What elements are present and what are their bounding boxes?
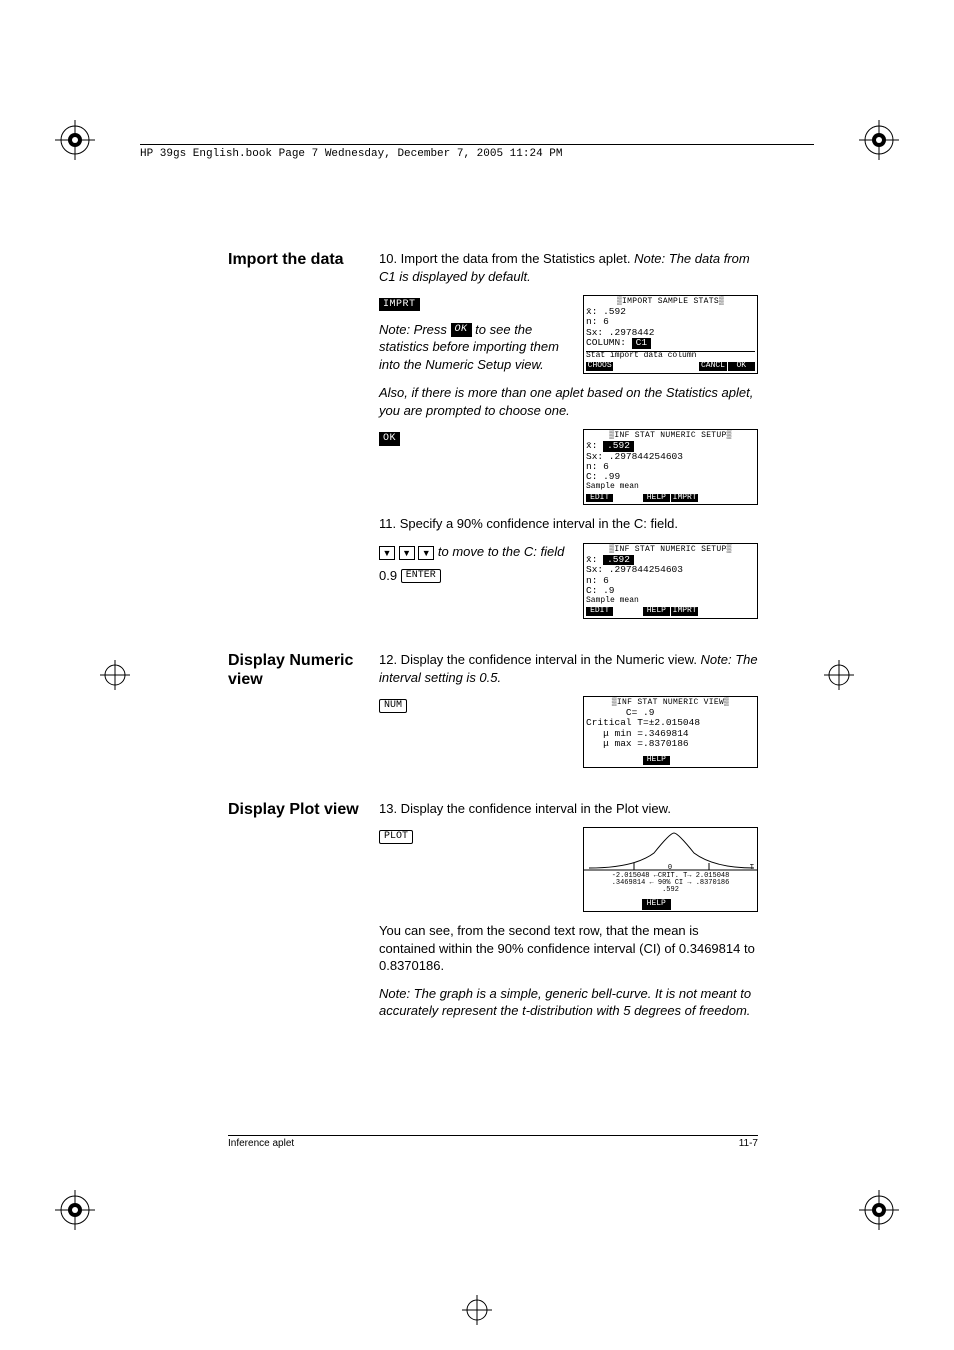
section-label-plot: Display Plot view [228, 800, 363, 1030]
move-note: to move to the C: field [438, 544, 564, 559]
calc-screen-setup1: ▒INF STAT NUMERIC SETUP▒ x̄: .592 Sx: .2… [583, 429, 758, 505]
crop-mark-icon [100, 660, 130, 690]
softkey-ok: OK [451, 323, 472, 337]
down-arrow-icon: ▼ [399, 546, 415, 560]
crop-mark-icon [824, 660, 854, 690]
down-arrow-icon: ▼ [379, 546, 395, 560]
key-num: NUM [379, 699, 407, 713]
note-also: Also, if there is more than one aplet ba… [379, 384, 758, 419]
calc-screen-numeric-view: ▒INF STAT NUMERIC VIEW▒ C= .9 Critical T… [583, 696, 758, 767]
page-footer: Inference aplet 11-7 [228, 1135, 758, 1149]
bell-curve-icon: 0 T [584, 828, 757, 873]
footer-right: 11-7 [739, 1138, 758, 1149]
calc-screen-setup2: ▒INF STAT NUMERIC SETUP▒ x̄: .592 Sx: .2… [583, 543, 758, 619]
svg-text:T: T [750, 864, 754, 872]
crop-mark-icon [55, 1190, 95, 1230]
plot-paragraph: You can see, from the second text row, t… [379, 922, 758, 975]
plot-note: Note: The graph is a simple, generic bel… [379, 985, 758, 1020]
calc-screen-import-sample: ▒IMPORT SAMPLE STATS▒ x̄: .592 n: 6 Sx: … [583, 295, 758, 374]
crop-mark-icon [55, 120, 95, 160]
book-header-text: HP 39gs English.book Page 7 Wednesday, D… [140, 148, 562, 160]
softkey-imprt: IMPRT [379, 298, 420, 312]
footer-left: Inference aplet [228, 1138, 294, 1149]
step-12-text: 12. Display the confidence interval in t… [379, 652, 701, 667]
step-13-text: 13. Display the confidence interval in t… [379, 800, 758, 818]
softkey-ok-2: OK [379, 432, 400, 446]
calc-screen-plot-view: 0 T -2.015048 ←CRIT. T→ 2.015048 .346981… [583, 827, 758, 912]
down-arrow-icon: ▼ [418, 546, 434, 560]
key-enter: ENTER [401, 569, 441, 583]
key-plot: PLOT [379, 830, 413, 844]
crop-mark-icon [859, 1190, 899, 1230]
crop-mark-icon [859, 120, 899, 160]
print-header: HP 39gs English.book Page 7 Wednesday, D… [140, 144, 814, 160]
step-11-text: 11. Specify a 90% confidence interval in… [379, 515, 758, 533]
crop-mark-icon [462, 1295, 492, 1325]
step-10-text: 10. Import the data from the Statistics … [379, 251, 634, 266]
value-09: 0.9 [379, 568, 397, 583]
note-press-prefix: Note: Press [379, 322, 451, 337]
section-label-numeric: Display Numeric view [228, 651, 363, 777]
svg-text:0: 0 [668, 864, 672, 872]
section-label-import: Import the data [228, 250, 363, 629]
